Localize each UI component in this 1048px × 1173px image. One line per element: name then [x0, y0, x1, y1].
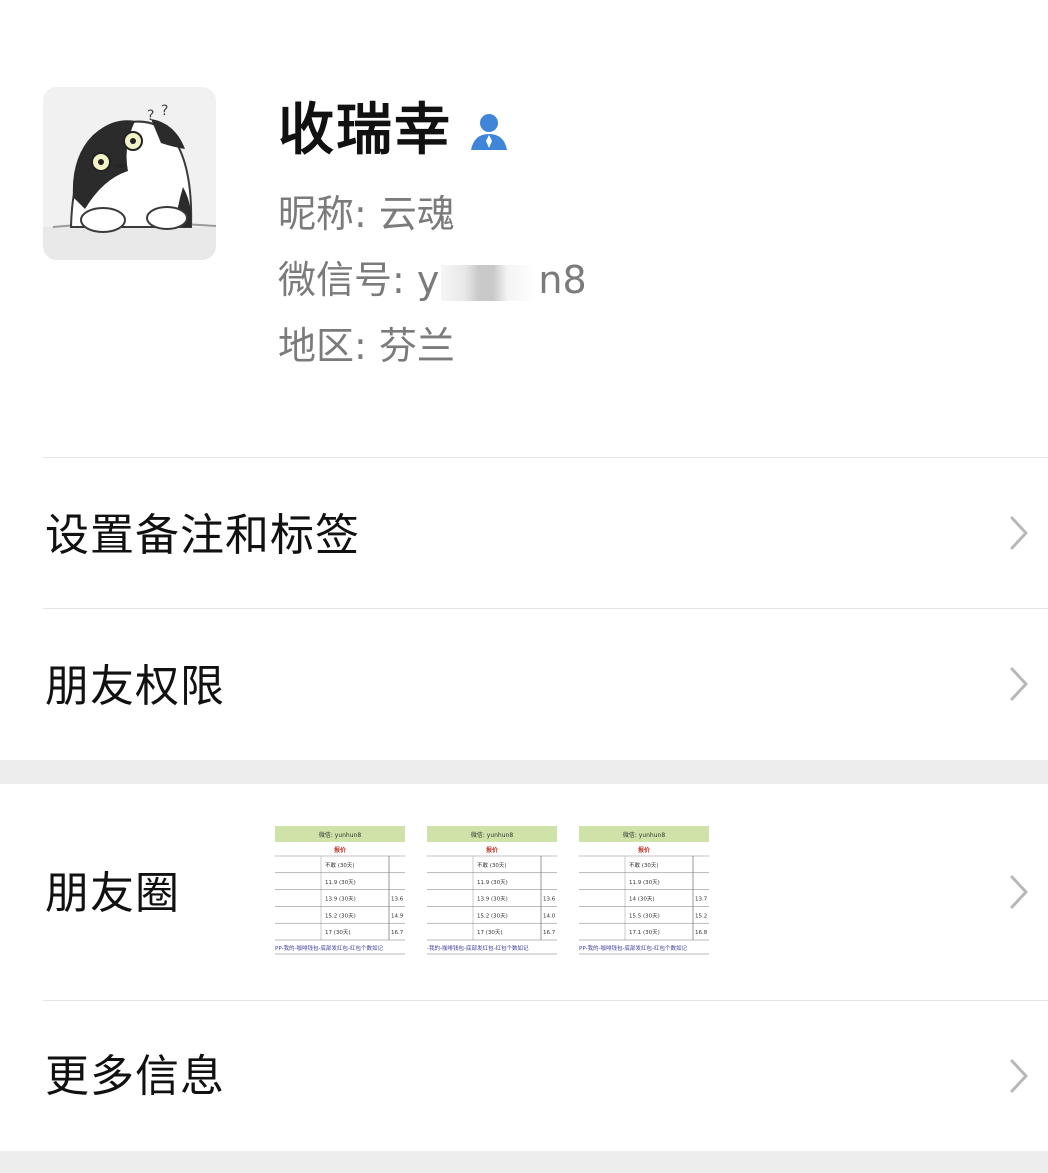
- svg-text:?: ?: [161, 103, 168, 119]
- chevron-right-icon: [1010, 1059, 1028, 1093]
- table-cell-text: 15.5 (30天): [629, 912, 660, 919]
- nickname-line: 昵称: 云魂: [278, 190, 455, 238]
- name-row: 收瑞幸: [278, 98, 510, 164]
- remark-tags-label: 设置备注和标签: [45, 510, 360, 561]
- table-cell-text: 15.2 (30天): [325, 912, 356, 919]
- table-side-text: 13.6: [391, 897, 404, 903]
- table-cell-text: 13.9 (30天): [477, 896, 508, 903]
- table-cell-text: 11.9 (30天): [477, 879, 508, 886]
- table-footer-text: -我的-咖啡钱包-底部发红包-红包个数如记: [427, 944, 529, 952]
- moments-thumbnail[interactable]: 微信: yunhun8 报价不敢 (30天) 11.9 (30天) 14 (30天) 1…: [579, 826, 709, 956]
- table-side-text: 14.0: [543, 913, 556, 919]
- friend-permissions-label: 朋友权限: [45, 661, 225, 712]
- wechat-id-redaction: [441, 264, 537, 301]
- region-line: 地区: 芬兰: [278, 322, 455, 370]
- friend-permissions-row[interactable]: 朋友权限: [0, 609, 1048, 760]
- table-side-text: 14.9: [391, 913, 404, 919]
- table-subheader-text: 报价: [486, 846, 499, 854]
- more-info-row[interactable]: 更多信息: [0, 1001, 1048, 1151]
- svg-text:?: ?: [147, 108, 154, 124]
- table-cell-text: 17 (30天): [477, 929, 503, 936]
- region-value: 芬兰: [378, 324, 455, 368]
- table-side-text: 13.6: [543, 897, 556, 903]
- table-side-text: 13.7: [695, 897, 708, 903]
- table-subheader-text: 报价: [334, 846, 347, 854]
- moments-thumbnail[interactable]: 微信: yunhun8 报价不敢 (30天) 11.9 (30天) 13.9 (30天…: [275, 826, 405, 956]
- table-header-text: 微信: yunhun8: [471, 831, 513, 839]
- price-table-image: 微信: yunhun8 报价不敢 (30天) 11.9 (30天) 14 (30天) 1…: [579, 826, 709, 956]
- moments-thumbnail[interactable]: 微信: yunhun8 报价不敢 (30天) 11.9 (30天) 13.9 (30天…: [427, 826, 557, 956]
- wechat-id-prefix: y: [416, 258, 440, 302]
- table-cell-text: 17 (30天): [325, 929, 351, 936]
- nickname-value: 云魂: [378, 192, 455, 236]
- moments-label: 朋友圈: [45, 868, 180, 919]
- remark-tags-row[interactable]: 设置备注和标签: [0, 458, 1048, 608]
- table-cell-text: 17.1 (30天): [629, 929, 660, 936]
- person-icon: [471, 114, 507, 150]
- table-cell-text: 14 (30天): [629, 896, 655, 903]
- chevron-right-icon: [1010, 875, 1028, 909]
- table-subheader-text: 报价: [638, 846, 651, 854]
- table-side-text: 15.2: [695, 913, 707, 919]
- table-side-text: 16.8: [695, 930, 708, 936]
- chevron-right-icon: [1010, 667, 1028, 701]
- table-cell-text: 不敢 (30天): [629, 861, 659, 869]
- region-label: 地区:: [278, 324, 367, 368]
- chevron-right-icon: [1010, 516, 1028, 550]
- cat-avatar-illustration: ? ?: [43, 87, 216, 260]
- table-header-text: 微信: yunhun8: [623, 831, 665, 839]
- wechat-id-label: 微信号:: [278, 258, 405, 302]
- display-name: 收瑞幸: [278, 98, 452, 163]
- price-table-image: 微信: yunhun8 报价不敢 (30天) 11.9 (30天) 13.9 (30天…: [275, 826, 405, 956]
- more-info-label: 更多信息: [45, 1051, 225, 1102]
- section-gap: [0, 760, 1048, 784]
- wechat-id-suffix: n8: [538, 258, 587, 302]
- wechat-id-line[interactable]: 微信号: y n8: [278, 256, 587, 304]
- table-footer-text: PP-我的-咖啡钱包-底部发红包-红包个数如记: [275, 944, 383, 952]
- profile-card: ? ? 收瑞幸 昵称: 云魂 微信号: y n8 地区: 芬兰: [0, 0, 1048, 457]
- table-header-text: 微信: yunhun8: [319, 831, 361, 839]
- table-side-text: 16.7: [391, 930, 404, 936]
- price-table-image: 微信: yunhun8 报价不敢 (30天) 11.9 (30天) 13.9 (30天…: [427, 826, 557, 956]
- table-cell-text: 11.9 (30天): [629, 879, 660, 886]
- table-cell-text: 15.2 (30天): [477, 912, 508, 919]
- section-gap: [0, 1151, 1048, 1173]
- avatar[interactable]: ? ?: [43, 87, 216, 260]
- nickname-label: 昵称:: [278, 192, 367, 236]
- table-footer-text: PP-我的-咖啡钱包-底部发红包-红包个数如记: [579, 944, 687, 952]
- table-cell-text: 11.9 (30天): [325, 879, 356, 886]
- table-cell-text: 13.9 (30天): [325, 896, 356, 903]
- table-side-text: 16.7: [543, 930, 556, 936]
- moments-thumbnails: 微信: yunhun8 报价不敢 (30天) 11.9 (30天) 13.9 (30天…: [275, 826, 709, 956]
- table-cell-text: 不敢 (30天): [325, 861, 355, 869]
- table-cell-text: 不敢 (30天): [477, 861, 507, 869]
